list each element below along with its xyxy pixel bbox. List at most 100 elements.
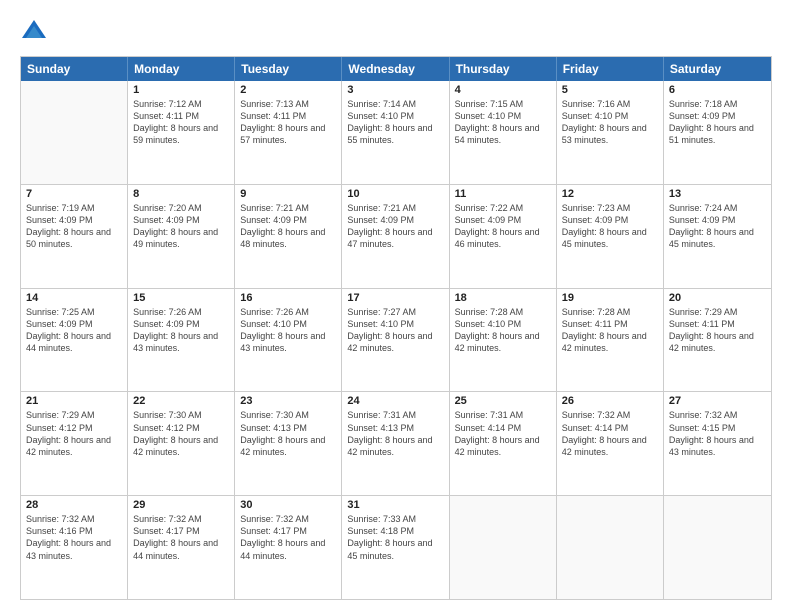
day-info: Sunrise: 7:30 AMSunset: 4:13 PMDaylight:… [240,409,336,458]
day-info: Sunrise: 7:29 AMSunset: 4:11 PMDaylight:… [669,306,766,355]
day-number: 24 [347,395,443,407]
day-number: 14 [26,292,122,304]
day-info: Sunrise: 7:32 AMSunset: 4:17 PMDaylight:… [240,513,336,562]
day-number: 27 [669,395,766,407]
calendar-cell: 21Sunrise: 7:29 AMSunset: 4:12 PMDayligh… [21,392,128,495]
day-number: 12 [562,188,658,200]
calendar-cell: 16 Sunrise: 7:26 AMSunset: 4:10 PMDayligh… [235,289,342,392]
day-info: Sunrise: 7:12 AMSunset: 4:11 PMDaylight:… [133,98,229,147]
day-info: Sunrise: 7:31 AMSunset: 4:14 PMDaylight:… [455,409,551,458]
day-info: Sunrise: 7:26 AMSunset: 4:09 PMDaylight:… [133,306,229,355]
calendar-cell: 5 Sunrise: 7:16 AMSunset: 4:10 PMDaylight… [557,81,664,184]
calendar-cell: 4Sunrise: 7:15 AMSunset: 4:10 PMDaylight… [450,81,557,184]
day-info: Sunrise: 7:32 AMSunset: 4:15 PMDaylight:… [669,409,766,458]
calendar-body: 1 Sunrise: 7:12 AMSunset: 4:11 PMDaylight… [21,81,771,599]
day-number: 20 [669,292,766,304]
day-info: Sunrise: 7:26 AMSunset: 4:10 PMDaylight:… [240,306,336,355]
day-info: Sunrise: 7:18 AMSunset: 4:09 PMDaylight:… [669,98,766,147]
day-number: 26 [562,395,658,407]
day-info: Sunrise: 7:33 AMSunset: 4:18 PMDaylight:… [347,513,443,562]
calendar-header-saturday: Saturday [664,57,771,81]
calendar-cell: 18 Sunrise: 7:28 AMSunset: 4:10 PMDayligh… [450,289,557,392]
day-number: 21 [26,395,122,407]
day-number: 31 [347,499,443,511]
calendar-cell: 3 Sunrise: 7:14 AMSunset: 4:10 PMDaylight… [342,81,449,184]
page: SundayMondayTuesdayWednesdayThursdayFrid… [0,0,792,612]
calendar-cell: 14Sunrise: 7:25 AMSunset: 4:09 PMDayligh… [21,289,128,392]
day-info: Sunrise: 7:32 AMSunset: 4:16 PMDaylight:… [26,513,122,562]
calendar-cell: 12 Sunrise: 7:23 AMSunset: 4:09 PMDayligh… [557,185,664,288]
calendar: SundayMondayTuesdayWednesdayThursdayFrid… [20,56,772,600]
logo [20,18,52,46]
calendar-header-thursday: Thursday [450,57,557,81]
calendar-cell [557,496,664,599]
calendar-cell: 22Sunrise: 7:30 AMSunset: 4:12 PMDayligh… [128,392,235,495]
calendar-cell: 31 Sunrise: 7:33 AMSunset: 4:18 PMDayligh… [342,496,449,599]
day-info: Sunrise: 7:19 AMSunset: 4:09 PMDaylight:… [26,202,122,251]
day-info: Sunrise: 7:14 AMSunset: 4:10 PMDaylight:… [347,98,443,147]
calendar-cell: 27 Sunrise: 7:32 AMSunset: 4:15 PMDayligh… [664,392,771,495]
day-info: Sunrise: 7:22 AMSunset: 4:09 PMDaylight:… [455,202,551,251]
calendar-cell: 2 Sunrise: 7:13 AMSunset: 4:11 PMDaylight… [235,81,342,184]
day-number: 30 [240,499,336,511]
calendar-cell: 24 Sunrise: 7:31 AMSunset: 4:13 PMDayligh… [342,392,449,495]
day-info: Sunrise: 7:27 AMSunset: 4:10 PMDaylight:… [347,306,443,355]
calendar-cell: 1 Sunrise: 7:12 AMSunset: 4:11 PMDaylight… [128,81,235,184]
day-number: 5 [562,84,658,96]
calendar-cell [664,496,771,599]
calendar-cell: 17Sunrise: 7:27 AMSunset: 4:10 PMDayligh… [342,289,449,392]
calendar-cell: 8 Sunrise: 7:20 AMSunset: 4:09 PMDaylight… [128,185,235,288]
calendar-week-2: 7 Sunrise: 7:19 AMSunset: 4:09 PMDaylight… [21,184,771,288]
day-number: 16 [240,292,336,304]
calendar-week-1: 1 Sunrise: 7:12 AMSunset: 4:11 PMDaylight… [21,81,771,184]
calendar-header-sunday: Sunday [21,57,128,81]
calendar-cell: 13 Sunrise: 7:24 AMSunset: 4:09 PMDayligh… [664,185,771,288]
calendar-cell: 25Sunrise: 7:31 AMSunset: 4:14 PMDayligh… [450,392,557,495]
day-info: Sunrise: 7:31 AMSunset: 4:13 PMDaylight:… [347,409,443,458]
day-info: Sunrise: 7:16 AMSunset: 4:10 PMDaylight:… [562,98,658,147]
day-info: Sunrise: 7:28 AMSunset: 4:10 PMDaylight:… [455,306,551,355]
day-number: 19 [562,292,658,304]
day-info: Sunrise: 7:21 AMSunset: 4:09 PMDaylight:… [347,202,443,251]
calendar-cell: 19 Sunrise: 7:28 AMSunset: 4:11 PMDayligh… [557,289,664,392]
calendar-cell: 30 Sunrise: 7:32 AMSunset: 4:17 PMDayligh… [235,496,342,599]
calendar-header-wednesday: Wednesday [342,57,449,81]
day-info: Sunrise: 7:21 AMSunset: 4:09 PMDaylight:… [240,202,336,251]
day-number: 9 [240,188,336,200]
calendar-cell: 15 Sunrise: 7:26 AMSunset: 4:09 PMDayligh… [128,289,235,392]
day-info: Sunrise: 7:32 AMSunset: 4:14 PMDaylight:… [562,409,658,458]
day-info: Sunrise: 7:13 AMSunset: 4:11 PMDaylight:… [240,98,336,147]
day-info: Sunrise: 7:32 AMSunset: 4:17 PMDaylight:… [133,513,229,562]
logo-icon [20,18,48,46]
day-number: 13 [669,188,766,200]
day-number: 8 [133,188,229,200]
day-number: 29 [133,499,229,511]
day-number: 11 [455,188,551,200]
day-number: 7 [26,188,122,200]
day-info: Sunrise: 7:20 AMSunset: 4:09 PMDaylight:… [133,202,229,251]
day-number: 22 [133,395,229,407]
calendar-cell: 28 Sunrise: 7:32 AMSunset: 4:16 PMDayligh… [21,496,128,599]
day-number: 15 [133,292,229,304]
calendar-cell [450,496,557,599]
calendar-header-monday: Monday [128,57,235,81]
day-info: Sunrise: 7:28 AMSunset: 4:11 PMDaylight:… [562,306,658,355]
calendar-cell: 23Sunrise: 7:30 AMSunset: 4:13 PMDayligh… [235,392,342,495]
day-number: 3 [347,84,443,96]
calendar-cell: 10 Sunrise: 7:21 AMSunset: 4:09 PMDayligh… [342,185,449,288]
calendar-header-friday: Friday [557,57,664,81]
day-info: Sunrise: 7:23 AMSunset: 4:09 PMDaylight:… [562,202,658,251]
calendar-header-tuesday: Tuesday [235,57,342,81]
day-number: 2 [240,84,336,96]
day-number: 6 [669,84,766,96]
day-number: 1 [133,84,229,96]
day-number: 28 [26,499,122,511]
calendar-week-4: 21Sunrise: 7:29 AMSunset: 4:12 PMDayligh… [21,391,771,495]
calendar-week-5: 28 Sunrise: 7:32 AMSunset: 4:16 PMDayligh… [21,495,771,599]
calendar-cell: 9 Sunrise: 7:21 AMSunset: 4:09 PMDaylight… [235,185,342,288]
calendar-cell: 6 Sunrise: 7:18 AMSunset: 4:09 PMDaylight… [664,81,771,184]
day-info: Sunrise: 7:24 AMSunset: 4:09 PMDaylight:… [669,202,766,251]
day-number: 10 [347,188,443,200]
day-number: 18 [455,292,551,304]
header [20,18,772,46]
